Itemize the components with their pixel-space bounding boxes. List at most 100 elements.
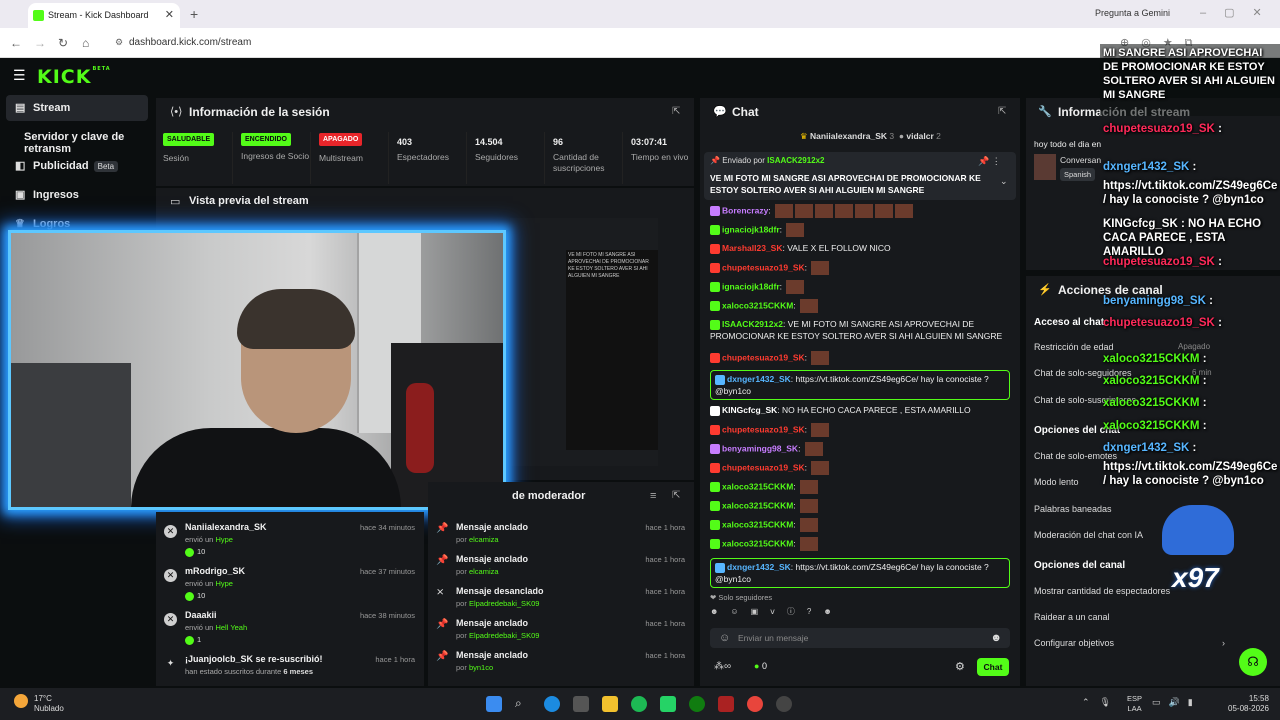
chat-message[interactable]: xaloco3215CKKM: bbox=[710, 480, 1010, 494]
chat-message[interactable]: chupetesuazo19_SK: bbox=[710, 261, 1010, 275]
chat-username[interactable]: ISAACK2912x2 bbox=[722, 319, 783, 329]
window-controls[interactable]: –▢✕ bbox=[1200, 6, 1280, 19]
edge-icon[interactable] bbox=[544, 696, 560, 712]
overlay-text: : bbox=[1209, 295, 1213, 307]
action-raid[interactable]: Raidear a un canal bbox=[1034, 612, 1234, 622]
sidebar-item-stream[interactable]: ▤ Stream bbox=[6, 95, 148, 121]
mod-by: por Elpadredebaki_SK09 bbox=[456, 631, 539, 640]
chat-username[interactable]: Borencrazy bbox=[722, 205, 768, 215]
whatsapp-icon[interactable] bbox=[660, 696, 676, 712]
back-icon[interactable]: ← bbox=[10, 36, 22, 50]
new-tab-icon[interactable]: + bbox=[190, 6, 198, 22]
chat-username[interactable]: chupetesuazo19_SK bbox=[722, 352, 805, 362]
system-tray-icons[interactable]: ▭🔊▮ bbox=[1152, 697, 1201, 708]
stat-label: Multistream bbox=[319, 153, 363, 163]
overlay-username: xaloco3215CKKM bbox=[1103, 353, 1200, 365]
chrome-icon[interactable] bbox=[747, 696, 763, 712]
chat-emote bbox=[895, 204, 914, 218]
mod-by-label: por bbox=[456, 663, 467, 672]
chat-username[interactable]: KINGcfcg_SK bbox=[722, 405, 777, 415]
pin-options-icon[interactable]: 📌 ⋮ bbox=[978, 156, 1001, 167]
chat-message[interactable]: ignaciojk18dfr: bbox=[710, 280, 1010, 294]
sidebar-item-ingresos[interactable]: ▣ Ingresos bbox=[6, 182, 148, 208]
chat-message[interactable]: chupetesuazo19_SK: bbox=[710, 351, 1010, 365]
chat-message[interactable]: chupetesuazo19_SK: bbox=[710, 461, 1010, 475]
reload-icon[interactable]: ↻ bbox=[58, 36, 68, 50]
forward-icon[interactable]: → bbox=[34, 36, 46, 50]
overlay-chat-line: https://vt.tiktok.com/ZS49eg6Ce / hay la… bbox=[1103, 179, 1279, 207]
language-indicator[interactable]: ESP LAA bbox=[1127, 694, 1142, 714]
site-info-icon[interactable]: ⚙ bbox=[115, 37, 123, 48]
home-icon[interactable]: ⌂ bbox=[82, 36, 89, 50]
chat-message[interactable]: Borencrazy: bbox=[710, 204, 1010, 218]
expand-icon[interactable]: ⇱ bbox=[672, 490, 680, 501]
kick-logo[interactable]: KICKBETA bbox=[37, 66, 111, 88]
url-input[interactable]: ⚙ dashboard.kick.com/stream bbox=[112, 34, 1102, 52]
obs-icon[interactable] bbox=[776, 696, 792, 712]
store-icon[interactable] bbox=[573, 696, 589, 712]
spotify-icon[interactable] bbox=[631, 696, 647, 712]
emoji-icon[interactable]: ☺ bbox=[719, 632, 730, 644]
expand-icon[interactable]: ⇱ bbox=[998, 106, 1006, 117]
tray-icons[interactable]: ⌃🎙 bbox=[1082, 697, 1121, 708]
emote-bar[interactable]: ☻☺▣ⅴⓘ?☻ bbox=[710, 606, 1010, 624]
chat-username[interactable]: dxnger1432_SK bbox=[727, 562, 791, 572]
stat-session: SALUDABLE Sesión bbox=[157, 132, 233, 184]
chat-username[interactable]: xaloco3215CKKM bbox=[722, 300, 793, 310]
chat-message[interactable]: xaloco3215CKKM: bbox=[710, 518, 1010, 532]
action-goals[interactable]: Configurar objetivos › bbox=[1034, 638, 1234, 648]
chat-username[interactable]: ignaciojk18dfr bbox=[722, 281, 780, 291]
chat-username[interactable]: benyamingg98_SK bbox=[722, 443, 798, 453]
chat-message[interactable]: dxnger1432_SK: https://vt.tiktok.com/ZS4… bbox=[710, 370, 1010, 400]
chat-message[interactable]: ISAACK2912x2: VE MI FOTO MI SANGRE ASI A… bbox=[710, 318, 1010, 342]
chat-username[interactable]: chupetesuazo19_SK bbox=[722, 462, 805, 472]
browser-tab[interactable]: Stream - Kick Dashboard ✕ bbox=[28, 3, 180, 28]
chat-username[interactable]: Marshall23_SK bbox=[722, 243, 782, 253]
chat-message[interactable]: ignaciojk18dfr: bbox=[710, 223, 1010, 237]
chat-message[interactable]: KINGcfcg_SK: NO HA ECHO CACA PARECE , ES… bbox=[710, 404, 1010, 416]
settings-gear-icon[interactable]: ⚙ bbox=[955, 660, 965, 673]
emote-picker-icon[interactable]: ☻ bbox=[990, 632, 1002, 644]
search-icon[interactable]: ⌕ bbox=[515, 696, 522, 711]
chat-username[interactable]: chupetesuazo19_SK bbox=[722, 262, 805, 272]
folder-icon[interactable] bbox=[602, 696, 618, 712]
gemini-button[interactable]: Pregunta a Gemini bbox=[1095, 8, 1170, 18]
expand-icon[interactable]: ⇱ bbox=[672, 106, 680, 117]
chat-username[interactable]: xaloco3215CKKM bbox=[722, 500, 793, 510]
chat-username[interactable]: xaloco3215CKKM bbox=[722, 538, 793, 548]
chat-message[interactable]: xaloco3215CKKM: bbox=[710, 299, 1010, 313]
menu-icon[interactable]: ☰ bbox=[13, 67, 26, 84]
chat-message[interactable]: benyamingg98_SK: bbox=[710, 442, 1010, 456]
chat-message[interactable]: chupetesuazo19_SK: bbox=[710, 423, 1010, 437]
xbox-icon[interactable] bbox=[689, 696, 705, 712]
close-tab-icon[interactable]: ✕ bbox=[165, 8, 174, 21]
chat-message[interactable]: Marshall23_SK: VALE X EL FOLLOW NICO bbox=[710, 242, 1010, 254]
activity-sub: han estado suscritos durante 6 meses bbox=[185, 667, 313, 676]
chat-username[interactable]: chupetesuazo19_SK bbox=[722, 424, 805, 434]
app-icon[interactable] bbox=[718, 696, 734, 712]
send-chat-button[interactable]: Chat bbox=[977, 658, 1009, 676]
chat-username[interactable]: ignaciojk18dfr bbox=[722, 224, 780, 234]
overlay-text: : bbox=[1218, 123, 1222, 135]
chat-username[interactable]: xaloco3215CKKM bbox=[722, 519, 793, 529]
chat-settings-icons[interactable]: ⁂∞ bbox=[714, 661, 731, 672]
chat-message[interactable]: xaloco3215CKKM: bbox=[710, 537, 1010, 551]
clock[interactable]: 15:58 05-08-2026 bbox=[1228, 694, 1269, 714]
chat-colon: : bbox=[804, 262, 810, 273]
chat-input[interactable]: ☺ Enviar un mensaje ☻ bbox=[710, 628, 1010, 648]
sidebar-item-publicidad[interactable]: ◧ Publicidad Beta bbox=[6, 153, 148, 179]
chat-username[interactable]: dxnger1432_SK bbox=[727, 374, 791, 384]
pinned-header: 📌 Enviado por ISAACK2912x2 bbox=[710, 156, 825, 165]
help-headset-icon[interactable]: ☊ bbox=[1239, 648, 1267, 676]
sidebar-item-server-key[interactable]: Servidor y clave de retransm bbox=[6, 124, 148, 155]
chat-message[interactable]: dxnger1432_SK: https://vt.tiktok.com/ZS4… bbox=[710, 558, 1010, 588]
weather-widget[interactable]: 17°C Nublado bbox=[34, 694, 64, 714]
filter-icon[interactable]: ≡ bbox=[650, 490, 656, 502]
action-age-restriction[interactable]: Restricción de edad Apagado bbox=[1034, 342, 1234, 352]
start-icon[interactable] bbox=[486, 696, 502, 712]
chat-message[interactable]: xaloco3215CKKM: bbox=[710, 499, 1010, 513]
chevron-down-icon[interactable]: ⌄ bbox=[1000, 176, 1008, 187]
chat-username[interactable]: xaloco3215CKKM bbox=[722, 481, 793, 491]
language-tag: Spanish bbox=[1060, 168, 1096, 181]
activity-time: hace 34 minutos bbox=[359, 523, 415, 532]
